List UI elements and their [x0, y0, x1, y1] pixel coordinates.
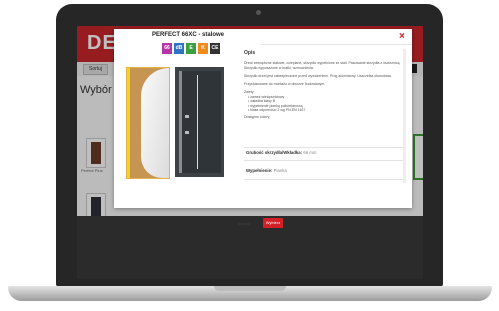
security-badge-icon: K [198, 43, 208, 54]
energy-badge-icon: E [186, 43, 196, 54]
thickness-label: Grubość skrzydła/Wkładka: [246, 150, 303, 155]
modal-title: PERFECT 66XC - stalowe [152, 32, 225, 38]
back-button[interactable]: wstecz [238, 221, 250, 226]
filling-field: Wypełnienie: Pianka [246, 168, 287, 173]
choose-button[interactable]: Wybierz [263, 218, 283, 228]
description-paragraph: Drzwi zewnętrzne stalowe, ocieplane, skr… [244, 61, 401, 70]
divider [244, 179, 406, 180]
thickness-value: 66 mm [303, 150, 317, 155]
acoustic-badge-icon: dB [174, 43, 184, 54]
description-heading: Opis [244, 50, 256, 56]
thermal-badge-icon: 66 [162, 43, 172, 54]
filling-label: Wypełnienie: [246, 168, 273, 173]
divider [261, 44, 412, 45]
colors-text: Dostępne kolory: [244, 114, 271, 119]
close-icon[interactable]: × [399, 32, 407, 42]
door-image [175, 67, 224, 177]
ce-badge-icon: CE [210, 43, 220, 54]
feature-item: • klasa odporności 2 wg PN-EN 1627 [248, 108, 306, 113]
description-paragraph: Przystosowane do montażu w otworze budow… [244, 82, 326, 86]
thickness-field: Grubość skrzydła/Wkładka: 66 mm [246, 150, 316, 155]
filling-value: Pianka [273, 168, 287, 173]
description-text: Drzwi zewnętrzne stalowe, ocieplane, skr… [244, 61, 406, 120]
laptop-notch [214, 286, 286, 291]
description-paragraph: Skrzydło drzwi jest zabezpieczone przed … [244, 74, 392, 78]
divider [244, 147, 406, 148]
divider [244, 160, 406, 161]
feature-badges: 66 dB E K CE [162, 43, 224, 54]
laptop-screen: DE Sortuj Wybór Perfect Plus PERFECT 66X… [77, 26, 423, 279]
scrollbar[interactable] [403, 49, 406, 183]
door-cross-section-image [126, 67, 170, 179]
webcam-icon [256, 10, 261, 15]
product-modal: PERFECT 66XC - stalowe × 66 dB E K CE Op… [114, 29, 412, 228]
